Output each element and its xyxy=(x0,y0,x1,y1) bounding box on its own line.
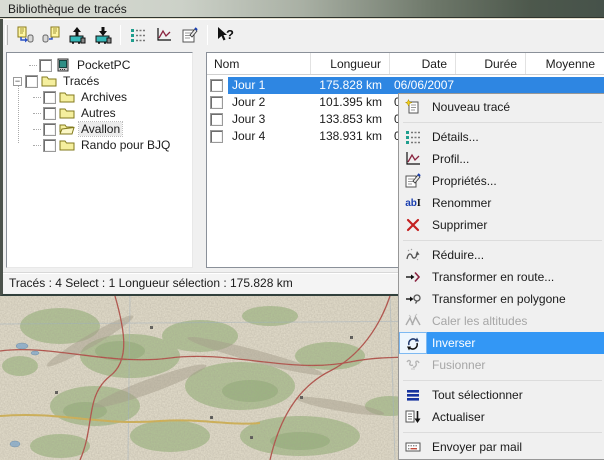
column-header-longueur[interactable]: Longueur xyxy=(311,53,390,74)
tree-item-pocketpc[interactable]: PocketPC xyxy=(7,57,192,73)
folder-tree: PocketPC − Tracés Archives Autres xyxy=(6,52,193,268)
toolbar-grip[interactable] xyxy=(5,25,8,45)
menu-item-fusionner[interactable]: Fusionner xyxy=(399,354,604,376)
list-header: Nom Longueur Date Durée Moyenne xyxy=(207,53,604,75)
properties-button[interactable] xyxy=(178,23,202,47)
traces-checkbox[interactable] xyxy=(25,75,38,88)
menu-item-caler-altitudes[interactable]: Caler les altitudes xyxy=(399,310,604,332)
gps-download-icon xyxy=(94,26,112,44)
window-title: Bibliothèque de tracés xyxy=(8,2,127,16)
gps-upload-button[interactable] xyxy=(65,23,89,47)
avallon-checkbox[interactable] xyxy=(43,123,56,136)
menu-item-supprimer[interactable]: Supprimer xyxy=(399,214,604,236)
menu-item-profil[interactable]: Profil... xyxy=(399,148,604,170)
new-track-icon xyxy=(399,96,427,118)
menu-item-nouveau-trace[interactable]: Nouveau tracé xyxy=(399,96,604,118)
rando-checkbox[interactable] xyxy=(43,139,56,152)
menu-separator xyxy=(399,118,604,126)
reduce-icon xyxy=(399,244,427,266)
window-titlebar[interactable]: Bibliothèque de tracés xyxy=(0,0,604,18)
column-header-moyenne[interactable]: Moyenne xyxy=(526,53,603,74)
folder-icon xyxy=(59,89,75,105)
folder-icon xyxy=(59,105,75,121)
help-button[interactable]: ? xyxy=(213,23,237,47)
row-checkbox[interactable] xyxy=(210,96,223,109)
menu-separator xyxy=(399,376,604,384)
toolbar-separator xyxy=(120,25,121,45)
mail-icon xyxy=(399,436,427,458)
tree-item-autres[interactable]: Autres xyxy=(7,105,192,121)
details-button[interactable] xyxy=(126,23,150,47)
properties-icon xyxy=(399,170,427,192)
context-menu: Nouveau tracé Détails... Profil... xyxy=(398,93,604,460)
row-checkbox[interactable] xyxy=(210,113,223,126)
menu-separator xyxy=(399,428,604,436)
gps-upload-icon xyxy=(68,26,86,44)
details-icon xyxy=(399,126,427,148)
copy-to-device-button[interactable] xyxy=(13,23,37,47)
toolbar: ? xyxy=(3,20,604,49)
tree-item-archives[interactable]: Archives xyxy=(7,89,192,105)
menu-separator xyxy=(399,236,604,244)
menu-item-envoyer-par-mail[interactable]: Envoyer par mail xyxy=(399,436,604,458)
copy-from-device-icon xyxy=(42,26,60,44)
tree-item-rando-pour-bjq[interactable]: Rando pour BJQ xyxy=(7,137,192,153)
status-text: Tracés : 4 Select : 1 Longueur sélection… xyxy=(9,276,293,290)
delete-icon xyxy=(399,214,427,236)
toolbar-separator xyxy=(207,25,208,45)
calibrate-altitudes-icon xyxy=(399,310,427,332)
row-checkbox[interactable] xyxy=(210,130,223,143)
details-icon xyxy=(129,26,147,44)
menu-item-transformer-route[interactable]: Transformer en route... xyxy=(399,266,604,288)
properties-icon xyxy=(181,26,199,44)
menu-item-inverser[interactable]: Inverser xyxy=(399,332,604,354)
to-polygon-icon xyxy=(399,288,427,310)
menu-item-details[interactable]: Détails... xyxy=(399,126,604,148)
tree-item-avallon[interactable]: Avallon xyxy=(7,121,192,137)
profile-button[interactable] xyxy=(152,23,176,47)
folder-icon xyxy=(41,73,57,89)
invert-icon xyxy=(399,332,427,354)
merge-icon xyxy=(399,354,427,376)
menu-item-proprietes[interactable]: Propriétés... xyxy=(399,170,604,192)
rename-icon: abI xyxy=(399,192,427,214)
menu-item-actualiser[interactable]: Actualiser xyxy=(399,406,604,428)
column-header-date[interactable]: Date xyxy=(390,53,456,74)
row-checkbox[interactable] xyxy=(210,79,223,92)
menu-item-reduire[interactable]: Réduire... xyxy=(399,244,604,266)
copy-to-device-icon xyxy=(16,26,34,44)
folder-open-icon xyxy=(59,121,75,137)
gps-download-button[interactable] xyxy=(91,23,115,47)
archives-checkbox[interactable] xyxy=(43,91,56,104)
svg-text:?: ? xyxy=(226,27,234,42)
column-header-duree[interactable]: Durée xyxy=(456,53,526,74)
copy-from-device-button[interactable] xyxy=(39,23,63,47)
menu-item-renommer[interactable]: abI Renommer xyxy=(399,192,604,214)
menu-item-tout-selectionner[interactable]: Tout sélectionner xyxy=(399,384,604,406)
refresh-icon xyxy=(399,406,427,428)
autres-checkbox[interactable] xyxy=(43,107,56,120)
help-icon: ? xyxy=(216,26,234,44)
pocketpc-checkbox[interactable] xyxy=(39,59,52,72)
pocketpc-icon xyxy=(55,57,71,73)
column-header-nom[interactable]: Nom xyxy=(207,53,311,74)
folder-icon xyxy=(59,137,75,153)
tree-item-traces[interactable]: − Tracés xyxy=(7,73,192,89)
profile-icon xyxy=(155,26,173,44)
to-route-icon xyxy=(399,266,427,288)
select-all-icon xyxy=(399,384,427,406)
profile-icon xyxy=(399,148,427,170)
collapse-expander[interactable]: − xyxy=(13,77,22,86)
menu-item-transformer-polygone[interactable]: Transformer en polygone xyxy=(399,288,604,310)
track-row-jour-1[interactable]: Jour 1 175.828 km 06/06/2007 xyxy=(207,77,604,94)
